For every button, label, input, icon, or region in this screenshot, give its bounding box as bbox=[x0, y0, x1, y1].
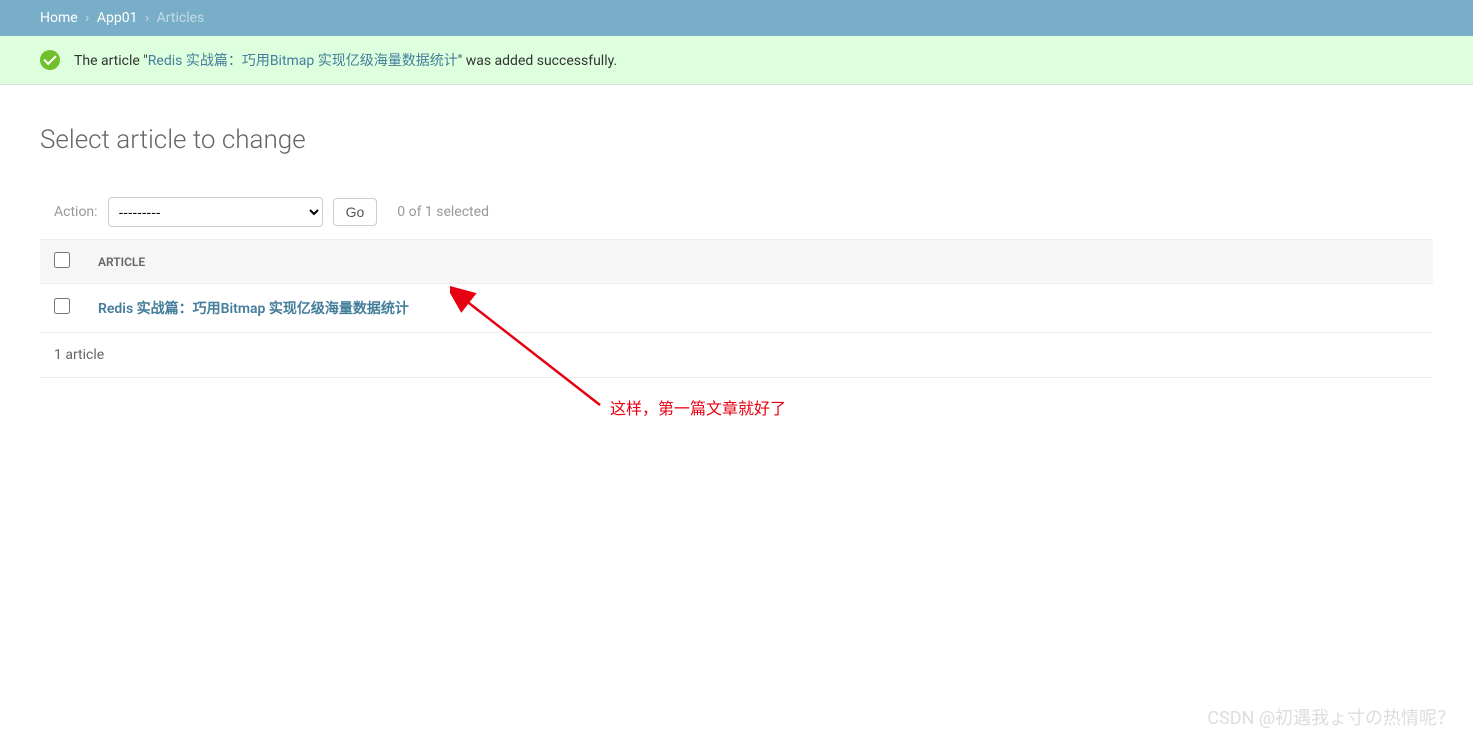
breadcrumb-current: Articles bbox=[157, 10, 205, 26]
results-table-wrapper: ARTICLE Redis 实战篇：巧用Bitmap 实现亿级海量数据统计 bbox=[40, 239, 1433, 333]
table-row: Redis 实战篇：巧用Bitmap 实现亿级海量数据统计 bbox=[40, 284, 1433, 333]
row-checkbox-cell bbox=[40, 284, 84, 333]
paginator: 1 article bbox=[40, 333, 1433, 378]
action-select[interactable]: --------- bbox=[108, 197, 323, 227]
message-list: The article "Redis 实战篇：巧用Bitmap 实现亿级海量数据… bbox=[0, 36, 1473, 85]
article-link[interactable]: Redis 实战篇：巧用Bitmap 实现亿级海量数据统计 bbox=[98, 301, 409, 317]
breadcrumb: Home › App01 › Articles bbox=[0, 0, 1473, 36]
row-title-cell: Redis 实战篇：巧用Bitmap 实现亿级海量数据统计 bbox=[84, 284, 1433, 333]
watermark: CSDN @初遇我ょ寸の热情呢？ bbox=[1207, 704, 1455, 730]
go-button[interactable]: Go bbox=[333, 198, 378, 226]
select-all-checkbox[interactable] bbox=[54, 252, 70, 268]
article-column-header[interactable]: ARTICLE bbox=[84, 240, 1433, 284]
selection-counter: 0 of 1 selected bbox=[397, 204, 489, 220]
content-main: Select article to change Action: -------… bbox=[0, 85, 1473, 398]
message-article-link[interactable]: Redis 实战篇：巧用Bitmap 实现亿级海量数据统计 bbox=[148, 53, 458, 69]
row-checkbox[interactable] bbox=[54, 298, 70, 314]
breadcrumb-app[interactable]: App01 bbox=[97, 10, 138, 26]
breadcrumb-separator: › bbox=[85, 10, 89, 26]
message-prefix: The article " bbox=[74, 53, 148, 69]
success-check-icon bbox=[40, 50, 60, 70]
message-suffix: " was added successfully. bbox=[458, 53, 617, 69]
actions-bar: Action: --------- Go 0 of 1 selected bbox=[40, 185, 1433, 239]
success-message: The article "Redis 实战篇：巧用Bitmap 实现亿级海量数据… bbox=[0, 36, 1473, 85]
message-text: The article "Redis 实战篇：巧用Bitmap 实现亿级海量数据… bbox=[74, 50, 617, 70]
select-all-header bbox=[40, 240, 84, 284]
page-title: Select article to change bbox=[40, 125, 1433, 155]
article-table: ARTICLE Redis 实战篇：巧用Bitmap 实现亿级海量数据统计 bbox=[40, 239, 1433, 333]
breadcrumb-separator: › bbox=[145, 10, 149, 26]
action-label: Action: bbox=[54, 204, 98, 220]
annotation-text: 这样，第一篇文章就好了 bbox=[610, 395, 786, 419]
breadcrumb-home[interactable]: Home bbox=[40, 10, 78, 26]
